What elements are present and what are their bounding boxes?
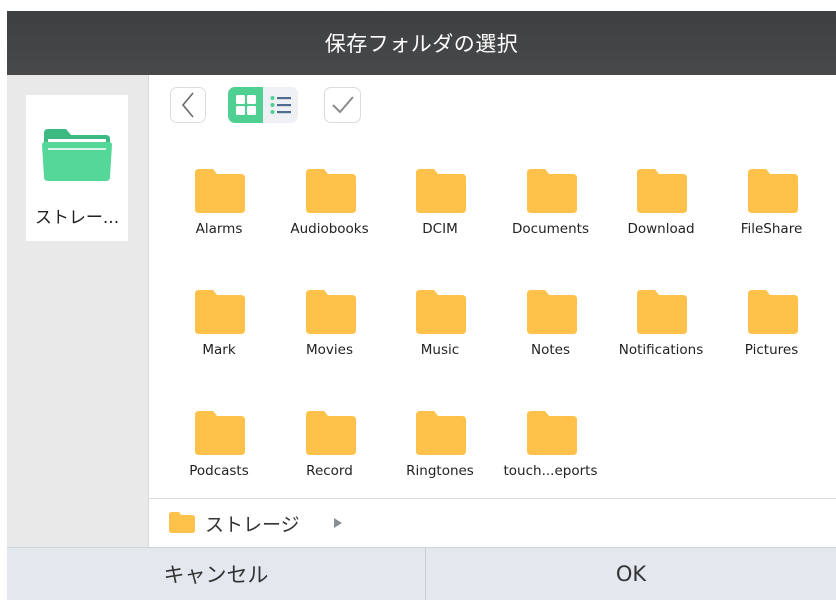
- folder-icon: [416, 290, 466, 334]
- folder-label: touch...eports: [503, 463, 598, 479]
- folder-icon: [526, 290, 577, 334]
- folder-label: DCIM: [422, 221, 458, 237]
- folder-label: Alarms: [195, 221, 243, 237]
- select-all-button[interactable]: [324, 87, 361, 123]
- folder-item[interactable]: Audiobooks: [275, 169, 385, 259]
- folder-label: Audiobooks: [290, 221, 369, 237]
- folder-label: Mark: [202, 342, 236, 358]
- dialog-title-bar: 保存フォルダの選択: [7, 11, 836, 75]
- folder-icon: [195, 411, 245, 455]
- folder-item[interactable]: FileShare: [717, 169, 827, 259]
- folder-label: Download: [627, 221, 695, 237]
- folder-icon: [195, 290, 245, 334]
- back-button[interactable]: [170, 87, 206, 123]
- dialog-button-bar: キャンセル OK: [7, 547, 836, 600]
- folder-item[interactable]: Pictures: [717, 290, 827, 380]
- folder-label: Podcasts: [189, 463, 249, 479]
- folder-label: Notifications: [618, 342, 704, 358]
- grid-view-button[interactable]: [228, 87, 263, 123]
- folder-item[interactable]: Music: [385, 290, 495, 380]
- path-bar: ストレージ: [149, 498, 836, 548]
- storage-sidebar: ストレー...: [7, 75, 149, 547]
- folder-icon: [526, 411, 577, 455]
- folder-icon: [305, 411, 356, 455]
- folder-label: Documents: [512, 221, 589, 237]
- folder-item[interactable]: Alarms: [164, 169, 274, 259]
- list-view-button[interactable]: [263, 87, 298, 123]
- storage-item-label: ストレー...: [34, 208, 120, 228]
- folder-item[interactable]: Notifications: [606, 290, 716, 380]
- folder-label: Record: [306, 463, 353, 479]
- folder-item[interactable]: touch...eports: [496, 411, 606, 501]
- folder-icon: [747, 290, 798, 334]
- list-view-icon: [270, 96, 291, 114]
- storage-folder-icon: [42, 129, 112, 181]
- folder-label: Music: [420, 342, 460, 358]
- path-folder-icon: [169, 512, 195, 533]
- path-arrow-icon: [334, 518, 342, 528]
- folder-select-dialog: 保存フォルダの選択 ストレー... Alarms Audiobooks DCIM…: [7, 11, 836, 600]
- storage-item[interactable]: ストレー...: [26, 95, 128, 241]
- folder-item[interactable]: Podcasts: [164, 411, 274, 501]
- folder-item[interactable]: DCIM: [385, 169, 495, 259]
- checkmark-icon: [331, 96, 354, 114]
- folder-icon: [305, 290, 356, 334]
- folder-label: Pictures: [744, 342, 799, 358]
- folder-item[interactable]: Movies: [275, 290, 385, 380]
- grid-view-icon: [235, 95, 256, 115]
- path-segment-storage[interactable]: ストレージ: [205, 510, 300, 537]
- folder-label: FileShare: [740, 221, 803, 237]
- folder-item[interactable]: Record: [275, 411, 385, 501]
- view-mode-toggle: [228, 87, 298, 123]
- folder-item[interactable]: Mark: [164, 290, 274, 380]
- folder-item[interactable]: Documents: [496, 169, 606, 259]
- folder-icon: [305, 169, 356, 213]
- folder-icon: [526, 169, 577, 213]
- folder-icon: [416, 411, 466, 455]
- folder-icon: [747, 169, 798, 213]
- folder-label: Movies: [306, 342, 353, 358]
- cancel-button[interactable]: キャンセル: [7, 548, 425, 600]
- folder-browser: Alarms Audiobooks DCIM Documents Download Fil…: [149, 75, 836, 548]
- folder-label: Notes: [531, 342, 570, 358]
- folder-item[interactable]: Notes: [496, 290, 606, 380]
- folder-icon: [195, 169, 245, 213]
- folder-icon: [637, 290, 687, 334]
- folder-icon: [637, 169, 687, 213]
- ok-button[interactable]: OK: [426, 548, 836, 600]
- folder-label: Ringtones: [406, 463, 474, 479]
- folder-item[interactable]: Download: [606, 169, 716, 259]
- folder-item[interactable]: Ringtones: [385, 411, 495, 501]
- chevron-left-icon: [181, 92, 194, 118]
- folder-icon: [416, 169, 466, 213]
- dialog-title: 保存フォルダの選択: [324, 32, 519, 56]
